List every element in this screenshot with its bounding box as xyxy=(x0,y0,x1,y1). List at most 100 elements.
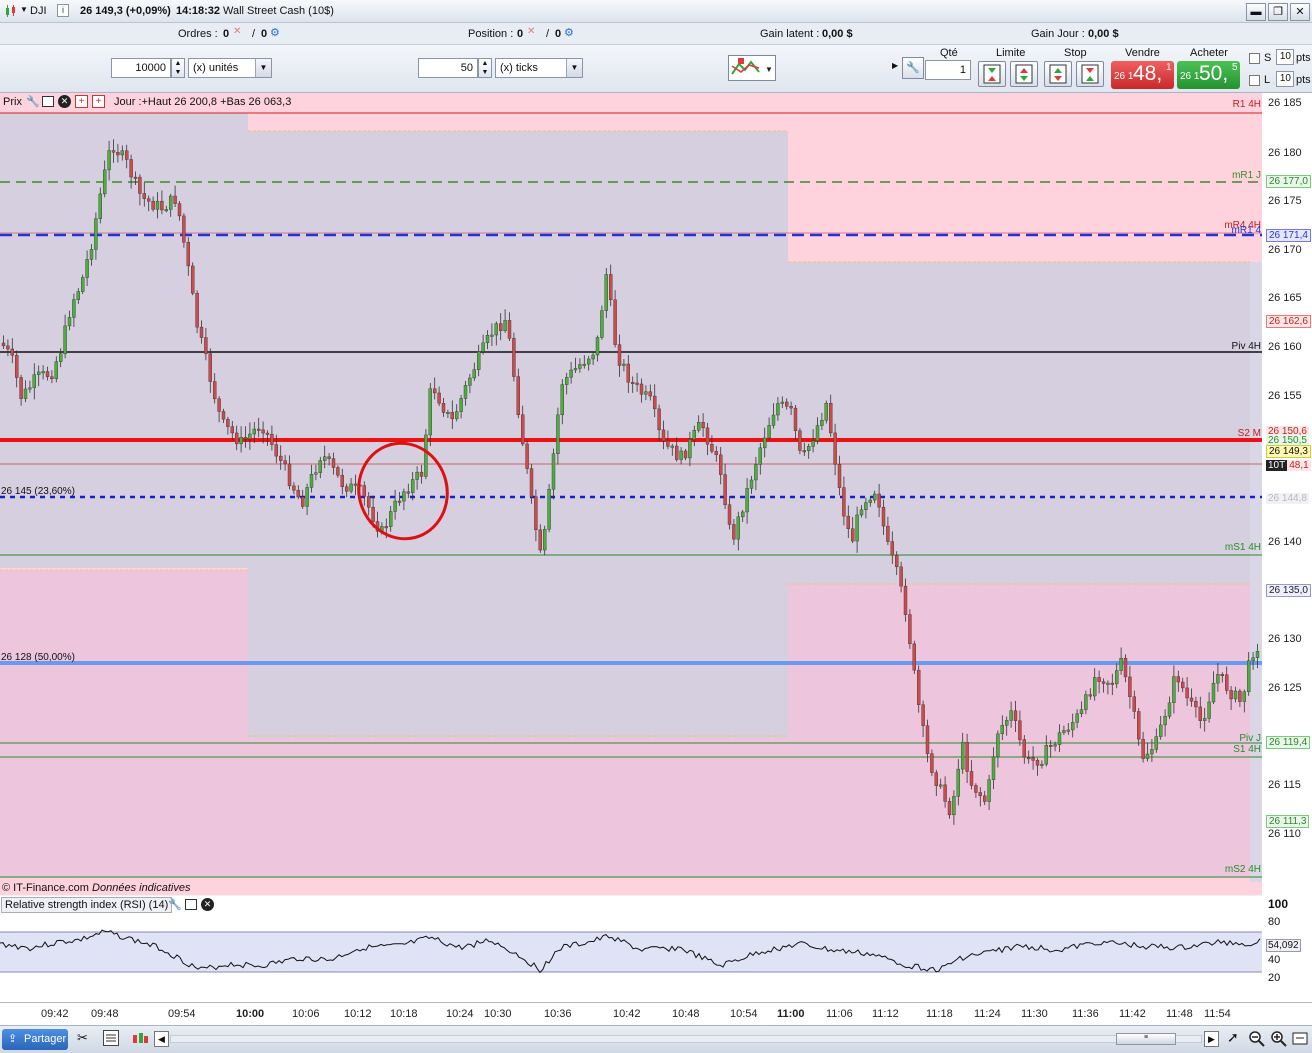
ticks-input[interactable]: 50 xyxy=(418,58,478,78)
limit-sell-button[interactable] xyxy=(1010,61,1038,87)
table-icon[interactable] xyxy=(103,1030,119,1046)
wrench-icon[interactable]: 🔧 xyxy=(26,95,40,108)
candle-body xyxy=(120,150,125,156)
candle-body xyxy=(881,506,886,527)
candle-body xyxy=(353,483,358,486)
candle-body xyxy=(1251,657,1255,661)
restore-icon[interactable]: ❐ xyxy=(1268,3,1288,21)
rsi-close-icon[interactable]: ✕ xyxy=(201,898,214,911)
candles-icon[interactable] xyxy=(131,1030,149,1048)
candle-body xyxy=(1207,701,1211,719)
scissors-icon[interactable]: ✂ xyxy=(77,1030,95,1048)
add-object-icon[interactable]: + xyxy=(92,95,105,108)
candle-body xyxy=(543,529,547,551)
ticks-unit-select[interactable]: (x) ticks ▼ xyxy=(495,58,583,78)
quantity-stepper[interactable]: ▲ ▼ xyxy=(171,58,185,78)
candle-body xyxy=(41,371,45,374)
rsi-maximize-icon[interactable] xyxy=(185,899,197,910)
quantity-unit-select[interactable]: (x) unités ▼ xyxy=(188,58,272,78)
candle-body xyxy=(556,414,560,454)
candle-body xyxy=(785,401,789,407)
cursor-icon[interactable]: ➚ xyxy=(1227,1029,1239,1046)
tick-volume-badge: 10T xyxy=(1266,460,1288,471)
scroll-left-icon[interactable]: ◀ xyxy=(154,1031,169,1047)
quantity-input[interactable]: 10000 xyxy=(111,58,171,78)
stop-buy-button[interactable] xyxy=(1044,61,1072,87)
close-icon[interactable]: ✕ xyxy=(1290,3,1310,21)
zoom-out-icon[interactable] xyxy=(1248,1030,1266,1048)
candle-body xyxy=(424,434,428,477)
sell-button[interactable]: 26 1 48, 1 xyxy=(1111,61,1174,89)
candle-body xyxy=(1220,674,1225,677)
qty-input[interactable]: 1 xyxy=(925,60,971,80)
candle-body xyxy=(1242,691,1247,702)
price-chart-panel[interactable]: Prix 🔧 ✕ + + Jour :+Haut 26 200,8 +Bas 2… xyxy=(0,93,1262,895)
candle-body xyxy=(547,488,551,530)
scrollbar-thumb[interactable]: ≡ xyxy=(1116,1033,1176,1045)
candle-body xyxy=(947,801,952,816)
symbol-dropdown-icon[interactable]: ▼ xyxy=(20,5,28,14)
candle-body xyxy=(798,430,802,451)
s-points-input[interactable]: 10 xyxy=(1276,49,1294,65)
l-points-input[interactable]: 10 xyxy=(1276,71,1294,87)
s-checkbox[interactable] xyxy=(1249,53,1260,64)
chevron-down-icon[interactable]: ▼ xyxy=(566,59,582,77)
zoom-fit-icon[interactable] xyxy=(1292,1030,1310,1048)
close-panel-icon[interactable]: ✕ xyxy=(58,95,71,108)
stop-sell-button[interactable] xyxy=(1076,61,1104,87)
candle-body xyxy=(573,368,578,371)
candle-body xyxy=(727,504,732,525)
minimize-icon[interactable]: ▬ xyxy=(1246,3,1266,21)
horizontal-scrollbar[interactable]: ≡ xyxy=(170,1033,1202,1045)
add-indicator-icon[interactable]: + xyxy=(75,95,88,108)
symbol-name[interactable]: DJI xyxy=(30,5,47,17)
candle-body xyxy=(833,432,837,465)
wrench-icon[interactable]: 🔧 xyxy=(902,57,924,79)
candle-body xyxy=(1158,724,1163,737)
rsi-tick: 20 xyxy=(1268,972,1281,984)
chart-strategy-icon: ▼ xyxy=(731,58,773,75)
candle-body xyxy=(890,541,894,556)
time-tick: 10:30 xyxy=(484,1008,512,1020)
candle-body xyxy=(468,377,472,386)
l-checkbox[interactable] xyxy=(1249,75,1260,86)
price-tick: 26 175 xyxy=(1268,195,1302,207)
buy-button[interactable]: 26 1 50, 5 xyxy=(1177,61,1240,89)
candle-body xyxy=(283,460,287,465)
candle-body xyxy=(301,496,305,507)
scroll-right-icon[interactable]: ▶ xyxy=(1204,1031,1219,1047)
maximize-panel-icon[interactable] xyxy=(42,96,54,107)
chevron-down-icon[interactable]: ▼ xyxy=(255,59,271,77)
close-position-icon[interactable]: ✕ xyxy=(527,26,535,37)
candle-body xyxy=(107,150,111,171)
candle-body xyxy=(1145,753,1150,759)
s1-4h-label: S1 4H xyxy=(1233,744,1261,755)
collapse-arrow-icon[interactable]: ▶ xyxy=(892,61,898,70)
ms2-4h-label: mS2 4H xyxy=(1224,864,1261,875)
candle-body xyxy=(111,150,116,153)
candle-body xyxy=(719,454,723,475)
strategy-button[interactable]: ▼ xyxy=(728,55,776,81)
price-tick: 26 180 xyxy=(1268,147,1302,159)
info-icon[interactable]: i xyxy=(57,4,69,17)
rsi-wrench-icon[interactable]: 🔧 xyxy=(168,898,182,911)
price-axis[interactable]: 26 185 26 180 26 175 26 170 26 165 26 16… xyxy=(1262,93,1312,1025)
limit-buy-button[interactable] xyxy=(978,61,1006,87)
candle-body xyxy=(1216,674,1220,684)
candle-body xyxy=(1224,674,1229,691)
ticks-stepper[interactable]: ▲ ▼ xyxy=(478,58,492,78)
candle-body xyxy=(525,443,529,469)
time-tick: 10:24 xyxy=(446,1008,474,1020)
candle-body xyxy=(930,753,934,773)
cancel-orders-icon[interactable]: ✕ xyxy=(233,26,241,37)
position-gears-icon[interactable]: ⚙ xyxy=(564,26,574,39)
zoom-in-icon[interactable] xyxy=(1270,1030,1288,1048)
price-chart-canvas[interactable] xyxy=(0,93,1262,895)
fib-50-label: 26 128 (50,00%) xyxy=(1,652,75,663)
instrument-price: 26 149,3 (+0,09%) xyxy=(80,5,171,17)
candle-body xyxy=(1018,720,1022,740)
rsi-panel[interactable]: Relative strength index (RSI) (14) 🔧 ✕ xyxy=(0,896,1262,1002)
gears-icon[interactable]: ⚙ xyxy=(270,26,280,39)
share-button[interactable]: ⇪ Partager xyxy=(2,1029,68,1050)
time-axis[interactable]: 09:42 09:48 09:54 10:00 10:06 10:12 10:18 10:24… xyxy=(0,1002,1312,1025)
